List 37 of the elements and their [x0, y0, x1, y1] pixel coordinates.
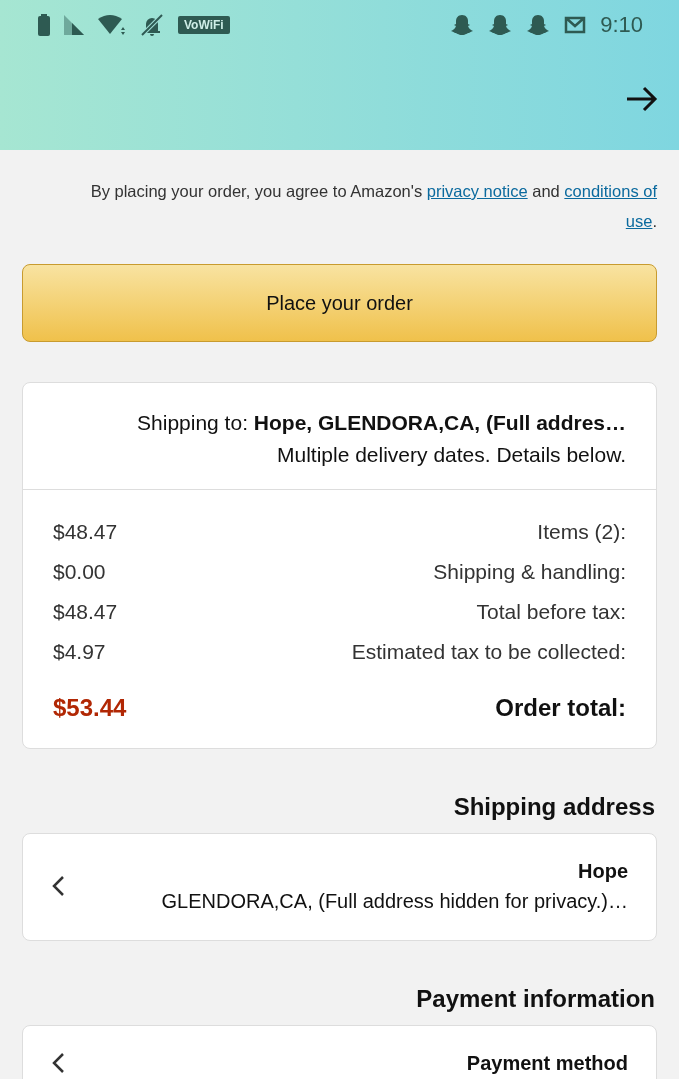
card-subtitle: GLENDORA,CA, (Full address hidden for privacy.)…: [161, 889, 628, 914]
delivery-note: Multiple delivery dates. Details below.: [276, 442, 626, 468]
arrow-icon[interactable]: [625, 86, 659, 112]
shipping-to-text: Shipping to: Hope, GLENDORA,CA, (Full addres…: [136, 410, 626, 436]
chevron-icon: [51, 875, 65, 897]
link[interactable]: privacy notice: [426, 182, 528, 200]
link[interactable]: conditions of: [564, 182, 657, 200]
total-label: Order total:: [495, 694, 626, 722]
total-amount: $53.44: [53, 694, 127, 722]
amount: $0.00: [53, 560, 106, 584]
section-heading: Shipping address: [452, 793, 655, 821]
place-order-button[interactable]: Place your order: [22, 264, 657, 342]
line-label: Total before tax:: [476, 600, 626, 624]
muted-bell-icon: [140, 13, 164, 37]
amount: $4.97: [53, 640, 106, 664]
amount: $48.47: [53, 520, 118, 544]
card-title: Hope: [577, 859, 628, 884]
section-card[interactable]: Payment method: [22, 1025, 657, 1079]
amount: $48.47: [53, 600, 118, 624]
link[interactable]: use: [625, 212, 653, 230]
line-label: Items (2):: [537, 520, 626, 544]
section-heading: Payment information: [415, 985, 655, 1013]
wifi-icon: [98, 14, 126, 36]
chevron-icon: [51, 1052, 65, 1074]
signal-icon: [64, 15, 84, 35]
clock-time: 9:10: [600, 12, 643, 38]
ghost-icon: [450, 13, 475, 37]
battery-icon: [38, 14, 50, 36]
agreement-text: By placing your order, you agree to Amazon's privacy notice and conditions of use.: [89, 181, 657, 232]
vowifi-badge: VoWiFi: [178, 16, 230, 34]
card-title: Payment method: [466, 1051, 628, 1076]
ghost-icon: [526, 13, 551, 37]
line-label: Shipping & handling:: [433, 560, 626, 584]
line-label: Estimated tax to be collected:: [351, 640, 626, 664]
ghost-icon: [488, 13, 513, 37]
section-card[interactable]: Hope GLENDORA,CA, (Full address hidden for privacy.)…: [22, 833, 657, 941]
mail-icon: [564, 16, 587, 34]
